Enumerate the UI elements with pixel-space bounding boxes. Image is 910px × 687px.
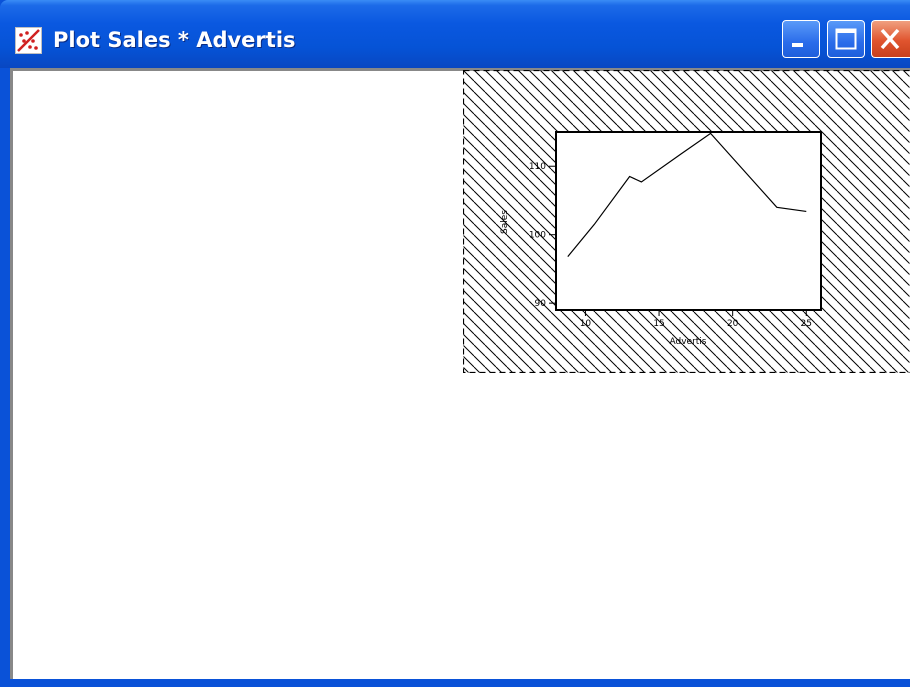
- x-tick-label: 15: [653, 319, 664, 329]
- title-bar[interactable]: Plot Sales * Advertis: [0, 0, 910, 68]
- graph-frame[interactable]: 10 15 20 25 90 100 110 Advertis Sales: [463, 70, 910, 373]
- close-button[interactable]: [871, 20, 910, 58]
- y-tick-label: 90: [535, 299, 547, 309]
- plot-window: Plot Sales * Advertis 10 15 20 25 90 100…: [0, 0, 910, 687]
- x-axis-label: Advertis: [670, 337, 707, 347]
- x-tick-label: 10: [580, 319, 592, 329]
- minimize-button[interactable]: [782, 20, 820, 58]
- y-axis-label: Sales: [500, 210, 510, 234]
- minimize-icon: [792, 43, 803, 47]
- window-title: Plot Sales * Advertis: [53, 28, 296, 52]
- data-region[interactable]: [555, 131, 822, 311]
- close-icon: [880, 28, 900, 50]
- maximize-icon: [835, 28, 857, 50]
- x-tick-label: 25: [801, 319, 812, 329]
- window-bottom-border: [0, 679, 910, 687]
- maximize-button[interactable]: [827, 20, 865, 58]
- x-tick-label: 20: [727, 319, 739, 329]
- y-tick-label: 100: [529, 231, 546, 241]
- y-tick-label: 110: [529, 162, 546, 172]
- scatterplot-icon[interactable]: [15, 27, 42, 54]
